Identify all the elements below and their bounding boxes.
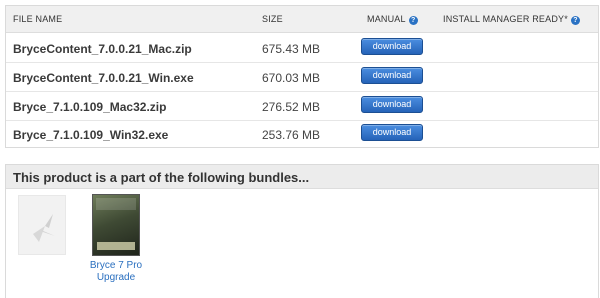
header-size: SIZE — [262, 14, 283, 24]
files-table: FILE NAME SIZE MANUAL? INSTALL MANAGER R… — [5, 5, 599, 148]
bundles-header: This product is a part of the following … — [6, 165, 598, 189]
header-manual-label: MANUAL — [367, 14, 406, 24]
file-name: BryceContent_7.0.0.21_Win.exe — [13, 71, 194, 85]
table-row: Bryce_7.1.0.109_Mac32.zip 276.52 MB down… — [6, 92, 598, 121]
help-icon[interactable]: ? — [570, 16, 580, 25]
table-row: BryceContent_7.0.0.21_Mac.zip 675.43 MB … — [6, 34, 598, 63]
files-table-header: FILE NAME SIZE MANUAL? INSTALL MANAGER R… — [6, 6, 598, 33]
bundles-panel: This product is a part of the following … — [5, 164, 599, 298]
file-name: Bryce_7.1.0.109_Win32.exe — [13, 128, 169, 142]
header-install-manager: INSTALL MANAGER READY*? — [443, 14, 580, 25]
file-size: 675.43 MB — [262, 42, 321, 56]
file-name: BryceContent_7.0.0.21_Mac.zip — [13, 42, 192, 56]
download-button[interactable]: download — [361, 38, 423, 55]
file-name: Bryce_7.1.0.109_Mac32.zip — [13, 100, 167, 114]
download-button[interactable]: download — [361, 96, 423, 113]
placeholder-logo-icon — [18, 195, 66, 255]
swirl-logo-icon — [33, 214, 55, 242]
file-size: 276.52 MB — [262, 100, 321, 114]
table-row: Bryce_7.1.0.109_Win32.exe 253.76 MB down… — [6, 120, 598, 149]
bundle-thumbnail[interactable] — [92, 194, 140, 256]
bundle-item[interactable]: Bryce 7 Pro Upgrade — [84, 194, 154, 294]
bundle-link[interactable]: Bryce 7 Pro Upgrade — [84, 260, 148, 284]
header-file-name: FILE NAME — [13, 14, 63, 24]
bundles-title: This product is a part of the following … — [13, 170, 310, 185]
file-size: 253.76 MB — [262, 128, 321, 142]
file-size: 670.03 MB — [262, 71, 321, 85]
header-install-manager-label: INSTALL MANAGER READY* — [443, 14, 568, 24]
header-manual: MANUAL? — [367, 14, 418, 25]
download-button[interactable]: download — [361, 67, 423, 84]
download-button[interactable]: download — [361, 124, 423, 141]
table-row: BryceContent_7.0.0.21_Win.exe 670.03 MB … — [6, 63, 598, 92]
help-icon[interactable]: ? — [408, 16, 418, 25]
box-art-top — [96, 198, 136, 210]
box-art-label — [97, 242, 135, 250]
